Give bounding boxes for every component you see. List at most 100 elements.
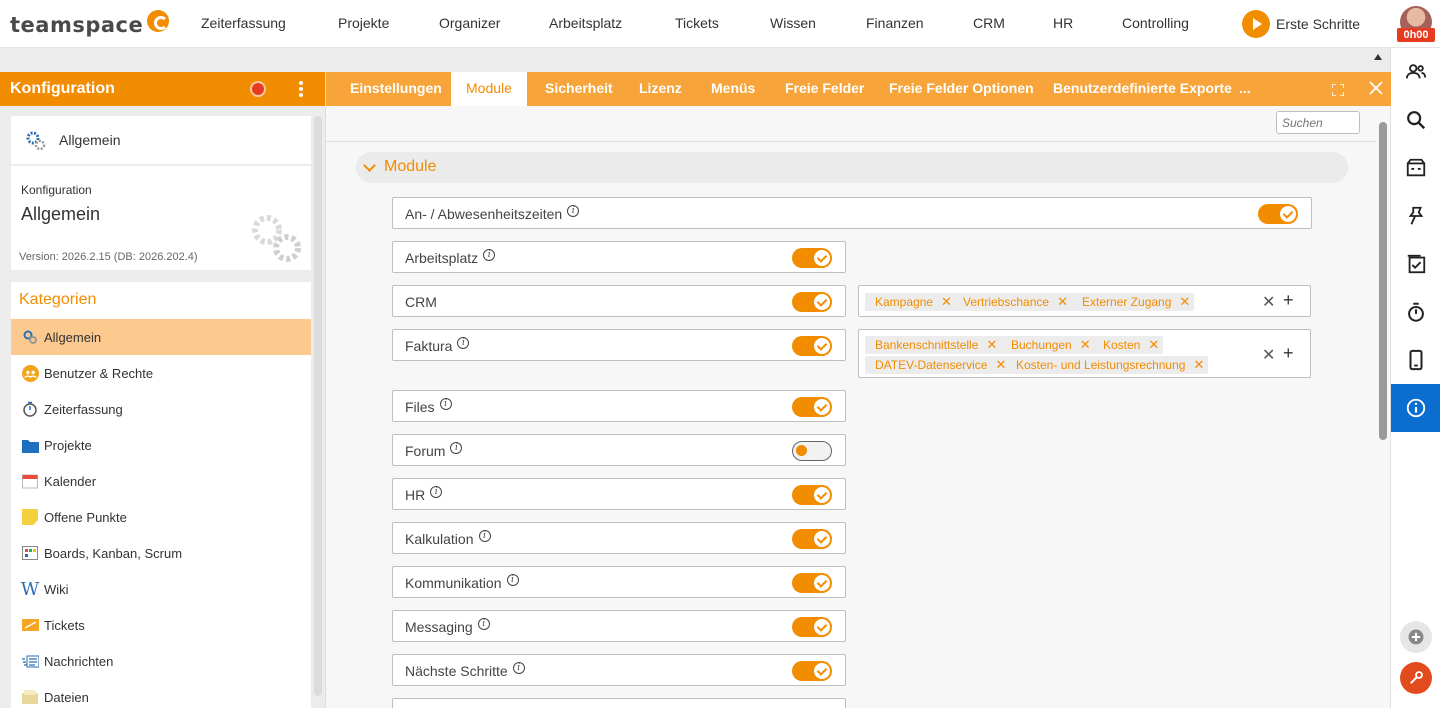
module-toggle[interactable] — [792, 529, 832, 549]
rail-contacts-button[interactable] — [1391, 48, 1440, 96]
nav-item-crm[interactable]: CRM — [973, 0, 1005, 46]
add-icon[interactable]: + — [1283, 343, 1294, 364]
info-icon[interactable]: i — [477, 618, 490, 630]
module-toggle[interactable] — [792, 441, 832, 461]
settings-wrench-button[interactable] — [1400, 662, 1432, 694]
rail-timer-button[interactable] — [1391, 288, 1440, 336]
stopwatch-icon — [21, 400, 39, 418]
chip-remove-icon[interactable]: ✕ — [941, 293, 952, 311]
category-item-tickets[interactable]: Tickets — [11, 607, 311, 643]
sidebar-scrollbar[interactable] — [314, 116, 322, 696]
tab-freie-felder-optionen[interactable]: Freie Felder Optionen — [889, 72, 1034, 106]
clear-all-icon[interactable]: ✕ — [1262, 292, 1275, 312]
module-label: CRM — [405, 294, 437, 310]
rail-pin-button[interactable] — [1391, 192, 1440, 240]
info-icon[interactable]: i — [483, 249, 496, 261]
module-toggle[interactable] — [1258, 204, 1298, 224]
rail-search-button[interactable] — [1391, 96, 1440, 144]
stopwatch-icon — [1408, 302, 1424, 322]
close-icon[interactable] — [1369, 81, 1383, 95]
nav-item-arbeitsplatz[interactable]: Arbeitsplatz — [549, 0, 622, 46]
more-menu-icon[interactable] — [299, 81, 303, 97]
nav-item-controlling[interactable]: Controlling — [1122, 0, 1189, 46]
category-item-kalender[interactable]: Kalender — [11, 463, 311, 499]
chip-remove-icon[interactable]: ✕ — [1057, 293, 1068, 311]
erste-schritte-button[interactable]: Erste Schritte — [1242, 10, 1360, 38]
category-item-nachrichten[interactable]: Nachrichten — [11, 643, 311, 679]
info-icon[interactable]: i — [457, 337, 470, 349]
expand-icon[interactable] — [1331, 83, 1345, 97]
nav-item-hr[interactable]: HR — [1053, 0, 1073, 46]
module-label: Kalkulation i — [405, 530, 491, 547]
add-widget-button[interactable] — [1400, 621, 1432, 653]
tab-freie-felder[interactable]: Freie Felder — [785, 72, 864, 106]
info-icon[interactable]: i — [430, 486, 443, 498]
rail-mobile-button[interactable] — [1391, 336, 1440, 384]
user-avatar[interactable]: 0h00 — [1397, 6, 1435, 42]
tab-module[interactable]: Module — [451, 72, 527, 106]
chip-remove-icon[interactable]: ✕ — [1148, 336, 1159, 354]
tab-einstellungen[interactable]: Einstellungen — [350, 72, 442, 106]
faktura-submodule-select[interactable]: Bankenschnittstelle ✕ Buchungen ✕ Kosten ✕ … — [858, 329, 1311, 378]
rail-tasks-button[interactable] — [1391, 240, 1440, 288]
chip-remove-icon[interactable]: ✕ — [995, 356, 1006, 374]
info-icon[interactable]: i — [478, 530, 491, 542]
category-item-benutzer-rechte[interactable]: Benutzer & Rechte — [11, 355, 311, 391]
nav-item-wissen[interactable]: Wissen — [770, 0, 816, 46]
info-icon[interactable]: i — [512, 662, 525, 674]
nav-item-organizer[interactable]: Organizer — [439, 0, 500, 46]
category-item-zeiterfassung[interactable]: Zeiterfassung — [11, 391, 311, 427]
nav-item-finanzen[interactable]: Finanzen — [866, 0, 924, 46]
category-item-wiki[interactable]: W Wiki — [11, 571, 311, 607]
category-item-projekte[interactable]: Projekte — [11, 427, 311, 463]
files-icon — [21, 688, 39, 706]
module-label: Files i — [405, 398, 452, 415]
content-scrollbar[interactable] — [1379, 122, 1387, 440]
tab-benutzerdefinierte-exporte[interactable]: Benutzerdefinierte Exporte — [1053, 72, 1232, 106]
module-toggle[interactable] — [792, 573, 832, 593]
chip-remove-icon[interactable]: ✕ — [1080, 336, 1091, 354]
module-toggle[interactable] — [792, 292, 832, 312]
nav-item-zeiterfassung[interactable]: Zeiterfassung — [201, 0, 286, 46]
collapse-up-icon[interactable] — [1374, 54, 1382, 60]
info-icon[interactable]: i — [506, 574, 519, 586]
category-item-dateien[interactable]: Dateien — [11, 679, 311, 708]
teamspace-logo[interactable]: teamspace — [10, 10, 170, 40]
clear-all-icon[interactable]: ✕ — [1262, 345, 1275, 365]
category-item-offene-punkte[interactable]: Offene Punkte — [11, 499, 311, 535]
module-toggle[interactable] — [792, 397, 832, 417]
chip-remove-icon[interactable]: ✕ — [986, 336, 997, 354]
add-icon[interactable]: + — [1283, 290, 1294, 311]
category-item-allgemein[interactable]: Allgemein — [11, 319, 311, 355]
module-section-header[interactable]: Module — [356, 152, 1348, 183]
module-toggle[interactable] — [792, 661, 832, 681]
module-toggle[interactable] — [792, 485, 832, 505]
bug-icon[interactable] — [250, 81, 266, 97]
sticky-note-icon — [21, 508, 39, 526]
crm-submodule-select[interactable]: Kampagne ✕ Vertriebschance ✕ Externer Zuga… — [858, 285, 1311, 317]
rail-inbox-button[interactable] — [1391, 144, 1440, 192]
info-icon[interactable]: i — [567, 205, 580, 217]
search-input[interactable] — [1276, 111, 1360, 134]
nav-item-projekte[interactable]: Projekte — [338, 0, 389, 46]
nav-item-tickets[interactable]: Tickets — [675, 0, 719, 46]
tab-sicherheit[interactable]: Sicherheit — [545, 72, 613, 106]
tab-menues[interactable]: Menüs — [711, 72, 755, 106]
category-item-boards[interactable]: Boards, Kanban, Scrum — [11, 535, 311, 571]
info-icon[interactable]: i — [439, 398, 452, 410]
info-icon[interactable]: i — [450, 442, 463, 454]
general-card[interactable]: Allgemein — [11, 116, 311, 164]
chip-remove-icon[interactable]: ✕ — [1193, 356, 1204, 374]
general-card-label: Allgemein — [59, 132, 121, 148]
tab-lizenz[interactable]: Lizenz — [639, 72, 682, 106]
module-row-kalkulation: Kalkulation i — [392, 522, 846, 554]
module-toggle[interactable] — [792, 248, 832, 268]
module-label: Faktura i — [405, 337, 470, 354]
module-toggle[interactable] — [792, 617, 832, 637]
tab-more[interactable]: ... — [1239, 72, 1251, 104]
module-toggle[interactable] — [792, 336, 832, 356]
chip-remove-icon[interactable]: ✕ — [1179, 293, 1190, 311]
content-toolbar — [326, 106, 1376, 142]
rail-info-button[interactable] — [1391, 384, 1440, 432]
contacts-icon — [1405, 64, 1427, 79]
